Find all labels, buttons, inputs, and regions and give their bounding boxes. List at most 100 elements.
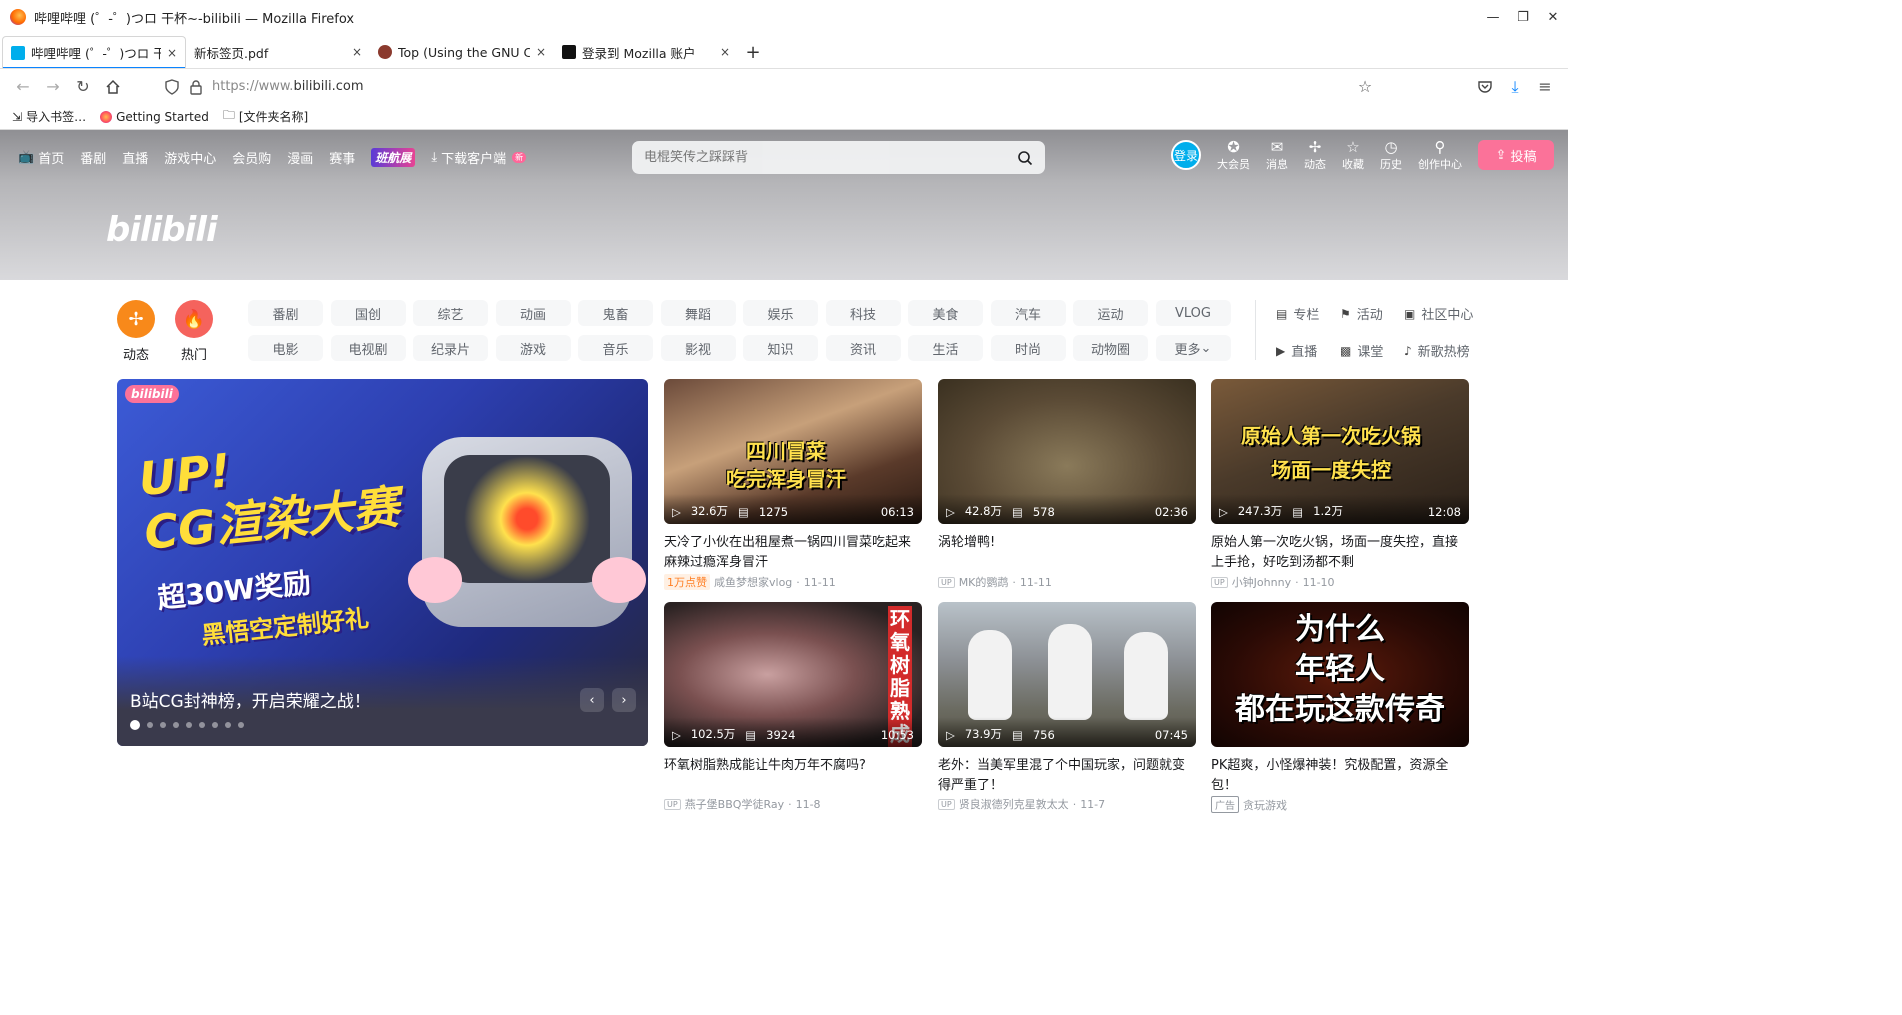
channel-chip[interactable]: 电影 [248, 335, 323, 361]
channel-chip[interactable]: 综艺 [413, 300, 488, 326]
video-title[interactable]: 天冷了小伙在出租屋煮一锅四川冒菜吃起来麻辣过瘾浑身冒汗 [664, 533, 922, 573]
channel-chip[interactable]: VLOG [1155, 300, 1231, 326]
channel-chip[interactable]: 国创 [330, 300, 406, 326]
url-bar[interactable]: https://www.bilibili.com [164, 72, 1344, 102]
channel-chip[interactable]: 番剧 [248, 300, 323, 326]
video-card[interactable]: 四川冒菜 吃完浑身冒汗 ▷ 32.6万 ▤ 1275 06:13 天冷了小伙在出租屋煮一… [664, 379, 922, 590]
carousel-dot[interactable] [173, 722, 179, 728]
carousel-dot[interactable] [130, 720, 140, 730]
close-window-icon[interactable]: ✕ [1538, 10, 1568, 25]
channel-hot[interactable]: 🔥 热门 [175, 300, 213, 363]
upload-button[interactable]: ⇪ 投稿 [1478, 140, 1554, 170]
tab-pdf[interactable]: 新标签页.pdf × [186, 36, 370, 68]
url-text[interactable]: https://www.bilibili.com [212, 79, 364, 94]
carousel-next-button[interactable]: › [612, 688, 636, 712]
channel-chip[interactable]: 运动 [1073, 300, 1148, 326]
video-title[interactable]: 原始人第一次吃火锅，场面一度失控，直接上手抢，好吃到汤都不剩 [1211, 533, 1469, 573]
tab-close-icon[interactable]: × [352, 45, 362, 59]
bookmark-folder[interactable]: 🗀 [文件夹名称] [223, 106, 308, 127]
channel-chip[interactable]: 纪录片 [413, 335, 488, 361]
channel-chip[interactable]: 游戏 [495, 335, 571, 361]
channel-chip[interactable]: 美食 [908, 300, 983, 326]
search-input[interactable] [644, 150, 1017, 165]
ql-community[interactable]: ▣ 社区中心 [1404, 304, 1484, 324]
ql-classroom[interactable]: ▩ 课堂 [1340, 341, 1404, 361]
video-title[interactable]: 老外：当美军里混了个中国玩家，问题就变得严重了！ [938, 756, 1196, 796]
video-card[interactable]: 原始人第一次吃火锅 场面一度失控 ▷ 247.3万 ▤ 1.2万 12:08 原始人第一… [1211, 379, 1469, 590]
lock-icon[interactable] [188, 79, 204, 95]
bookmark-getting-started[interactable]: Getting Started [100, 110, 209, 124]
carousel-dot[interactable] [186, 722, 192, 728]
channel-chip[interactable]: 鬼畜 [578, 300, 653, 326]
channel-chip[interactable]: 娱乐 [743, 300, 818, 326]
video-card[interactable]: 环氧树脂熟成 ▷102.5万▤392410:53 环氧树脂熟成能让牛肉万年不腐吗… [664, 602, 922, 812]
history-link[interactable]: ◷ 历史 [1380, 138, 1402, 172]
channel-chip[interactable]: 电视剧 [330, 335, 406, 361]
banner-carousel[interactable]: bilibili UP! CG渲染大赛 超30W奖励 黑悟空定制好礼 B站CG封神… [117, 379, 648, 746]
channel-chip[interactable]: 时尚 [990, 335, 1066, 361]
ad-card[interactable]: 为什么 年轻人 都在玩这款传奇 PK超爽，小怪爆神装！究极配置，资源全包！ 广告… [1211, 602, 1469, 813]
video-thumbnail[interactable]: ▷ 42.8万 ▤ 578 02:36 [938, 379, 1196, 524]
tab-bilibili[interactable]: 哔哩哔哩 (゜-゜)つロ 干杯~-bilibili × [2, 36, 186, 68]
author-name[interactable]: 咸鱼梦想家vlog [714, 574, 792, 590]
search-icon[interactable] [1017, 150, 1033, 166]
author-name[interactable]: MK的鹦鹉 [959, 574, 1009, 590]
channel-chip[interactable]: 资讯 [825, 335, 901, 361]
minimize-icon[interactable]: — [1478, 10, 1508, 25]
carousel-dot[interactable] [199, 722, 205, 728]
carousel-dot[interactable] [160, 722, 166, 728]
nav-mall[interactable]: 会员购 [232, 148, 271, 167]
new-tab-button[interactable]: + [738, 36, 768, 68]
nav-download-client[interactable]: ⤓ 下载客户端 新 [431, 148, 527, 167]
carousel-caption[interactable]: B站CG封神榜，开启荣耀之战！ [130, 687, 371, 712]
vip-link[interactable]: ✪ 大会员 [1217, 138, 1250, 172]
home-icon[interactable] [98, 72, 128, 102]
dynamic-link[interactable]: ✢ 动态 [1304, 138, 1326, 172]
forward-icon[interactable]: → [38, 72, 68, 102]
tab-close-icon[interactable]: × [720, 45, 730, 59]
ql-activity[interactable]: ⚑ 活动 [1340, 304, 1404, 324]
channel-chip[interactable]: 音乐 [578, 335, 653, 361]
channel-chip[interactable]: 舞蹈 [660, 300, 736, 326]
tab-close-icon[interactable]: × [536, 45, 546, 59]
pocket-icon[interactable] [1470, 72, 1500, 102]
video-thumbnail[interactable]: 四川冒菜 吃完浑身冒汗 ▷ 32.6万 ▤ 1275 06:13 [664, 379, 922, 524]
author-name[interactable]: 贤良淑德列克星敦太太 [959, 796, 1069, 812]
video-title[interactable]: 涡轮增鸭! [938, 533, 1196, 573]
video-thumbnail[interactable]: 环氧树脂熟成 ▷102.5万▤392410:53 [664, 602, 922, 747]
favorites-link[interactable]: ☆ 收藏 [1342, 138, 1364, 172]
search-box[interactable] [632, 141, 1045, 174]
nav-game-center[interactable]: 游戏中心 [164, 148, 216, 167]
carousel-dot[interactable] [238, 722, 244, 728]
nav-live[interactable]: 直播 [122, 148, 148, 167]
channel-chip[interactable]: 生活 [908, 335, 983, 361]
nav-home[interactable]: 📺 首页 [18, 148, 64, 167]
channel-chip[interactable]: 科技 [825, 300, 901, 326]
creator-center-link[interactable]: ⚲ 创作中心 [1418, 138, 1462, 172]
ql-live[interactable]: ▶ 直播 [1276, 341, 1340, 361]
restore-icon[interactable]: ❐ [1508, 10, 1538, 25]
channel-chip[interactable]: 动物圈 [1073, 335, 1148, 361]
video-card[interactable]: ▷ 42.8万 ▤ 578 02:36 涡轮增鸭! UP MK的鹦鹉 · 11-11 [938, 379, 1196, 590]
more-channels-button[interactable]: 更多 ⌄ [1155, 335, 1231, 361]
nav-match[interactable]: 赛事 [329, 148, 355, 167]
nav-bangumi[interactable]: 番剧 [80, 148, 106, 167]
bookmark-star-icon[interactable]: ☆ [1350, 72, 1380, 102]
bookmark-import[interactable]: ⇲ 导入书签… [12, 108, 86, 125]
ad-thumbnail[interactable]: 为什么 年轻人 都在玩这款传奇 [1211, 602, 1469, 747]
author-name[interactable]: 小钟Johnny [1232, 574, 1291, 590]
video-thumbnail[interactable]: 原始人第一次吃火锅 场面一度失控 ▷ 247.3万 ▤ 1.2万 12:08 [1211, 379, 1469, 524]
video-title[interactable]: 环氧树脂熟成能让牛肉万年不腐吗? [664, 756, 922, 796]
carousel-dot[interactable] [212, 722, 218, 728]
back-icon[interactable]: ← [8, 72, 38, 102]
tab-mozilla-account[interactable]: 登录到 Mozilla 账户 × [554, 36, 738, 68]
bilibili-logo[interactable]: bilibili [106, 210, 218, 250]
download-icon[interactable]: ⤓ [1500, 72, 1530, 102]
ql-column[interactable]: ▤ 专栏 [1276, 304, 1340, 324]
tab-gcc[interactable]: Top (Using the GNU Compiler Collection) … [370, 36, 554, 68]
channel-dynamic[interactable]: ✢ 动态 [117, 300, 155, 363]
carousel-prev-button[interactable]: ‹ [580, 688, 604, 712]
reload-icon[interactable]: ↻ [68, 72, 98, 102]
video-thumbnail[interactable]: ▷ 73.9万 ▤ 756 07:45 [938, 602, 1196, 747]
carousel-dot[interactable] [147, 722, 153, 728]
